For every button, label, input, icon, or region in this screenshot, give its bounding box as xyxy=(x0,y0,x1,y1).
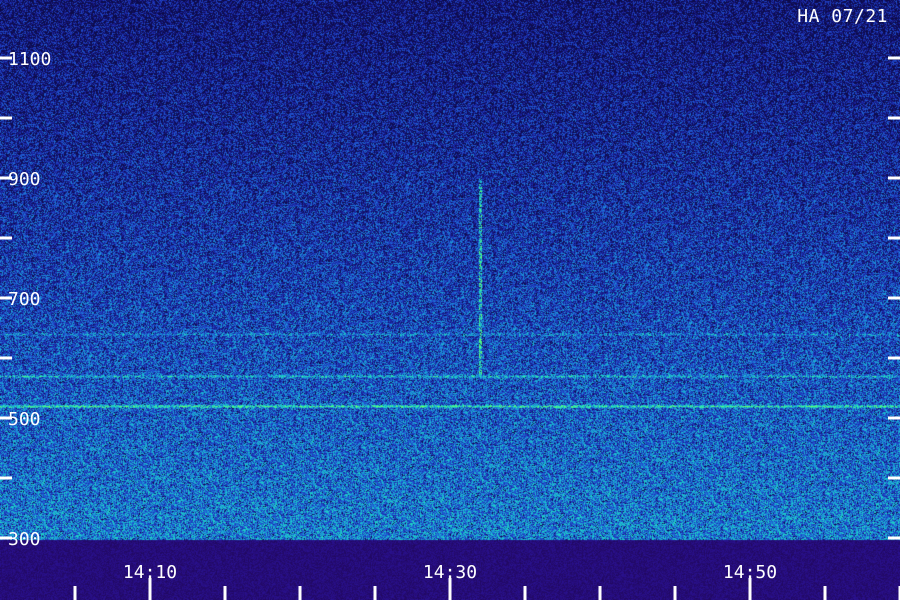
y-tick-label: 500 xyxy=(8,409,41,430)
spectrogram-panel: 300 500 700 900 1100 14:10 14:30 14:50 HA 07/21 xyxy=(0,0,900,600)
y-tick-label: 1100 xyxy=(8,49,51,70)
y-tick-label: 700 xyxy=(8,289,41,310)
x-tick-label: 14:50 xyxy=(723,562,777,583)
x-tick-label: 14:30 xyxy=(423,562,477,583)
x-tick-label: 14:10 xyxy=(123,562,177,583)
station-label: HA 07/21 xyxy=(797,6,888,27)
spectrogram-axes: 300 500 700 900 1100 14:10 14:30 14:50 xyxy=(0,49,900,600)
y-tick-label: 900 xyxy=(8,169,41,190)
y-tick-label: 300 xyxy=(8,529,41,550)
